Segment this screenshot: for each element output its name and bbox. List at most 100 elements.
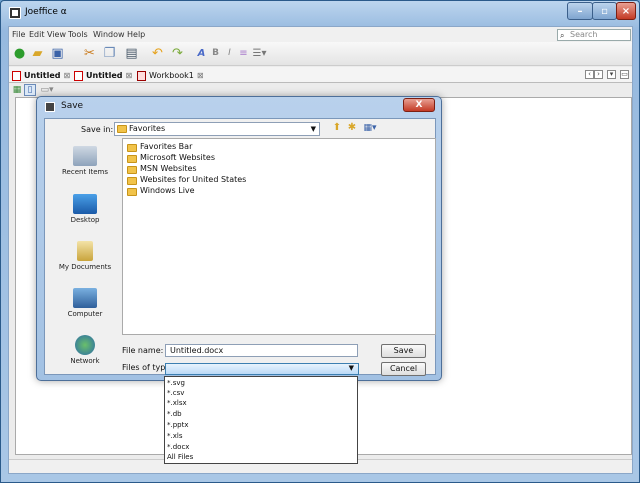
undo-icon[interactable]: ↶ bbox=[149, 46, 166, 61]
recent-items-icon bbox=[73, 146, 97, 166]
save-icon[interactable]: ▣ bbox=[49, 46, 66, 61]
list-item[interactable]: Windows Live bbox=[127, 185, 195, 196]
list-item[interactable]: Websites for United States bbox=[127, 174, 246, 185]
window-title: Joeffice α bbox=[25, 7, 67, 17]
tab-untitled-2[interactable]: Untitled ⊠ bbox=[74, 69, 132, 82]
close-button[interactable]: × bbox=[616, 2, 636, 20]
place-label: Recent Items bbox=[62, 168, 108, 176]
type-option[interactable]: All Files bbox=[167, 452, 193, 463]
copy-icon[interactable]: ❐ bbox=[101, 46, 118, 61]
menu-window[interactable]: Window bbox=[93, 30, 125, 39]
spreadsheet-icon bbox=[137, 70, 146, 81]
save-in-label: Save in: bbox=[81, 125, 114, 134]
folder-icon bbox=[117, 125, 127, 133]
page-view-icon[interactable]: ▯ bbox=[24, 84, 36, 96]
folder-icon bbox=[127, 154, 137, 163]
dialog-title: Save bbox=[61, 101, 84, 111]
menu-help[interactable]: Help bbox=[127, 30, 145, 39]
maximize-button[interactable]: ▫ bbox=[592, 2, 617, 20]
menu-tools[interactable]: Tools bbox=[68, 30, 88, 39]
list-item[interactable]: Microsoft Websites bbox=[127, 152, 215, 163]
align-icon[interactable]: ≡ bbox=[235, 46, 252, 61]
list-item[interactable]: Favorites Bar bbox=[127, 141, 192, 152]
minimize-button[interactable]: – bbox=[567, 2, 593, 20]
menu-view[interactable]: View bbox=[47, 30, 66, 39]
tab-close-icon[interactable]: ⊠ bbox=[125, 71, 132, 80]
tab-label: Untitled bbox=[24, 71, 61, 80]
save-in-value: Favorites bbox=[129, 124, 166, 133]
cut-icon[interactable]: ✂ bbox=[81, 46, 98, 61]
folder-icon bbox=[127, 187, 137, 196]
computer-icon bbox=[73, 288, 97, 308]
tab-workbook1[interactable]: Workbook1 ⊠ bbox=[137, 69, 204, 82]
place-desktop[interactable]: Desktop bbox=[56, 194, 114, 234]
outline-view-icon[interactable]: ▭▾ bbox=[39, 84, 55, 96]
file-name: Microsoft Websites bbox=[140, 153, 216, 162]
menu-bar: File Edit View Tools Window Help ⌕ Searc… bbox=[9, 27, 632, 42]
paste-icon[interactable]: ▤ bbox=[123, 46, 140, 61]
tab-close-icon[interactable]: ⊠ bbox=[63, 71, 70, 80]
place-recent-items[interactable]: Recent Items bbox=[56, 146, 114, 186]
file-list[interactable]: Favorites Bar Microsoft Websites MSN Web… bbox=[122, 138, 436, 335]
title-bar[interactable]: Joeffice α – ▫ × bbox=[1, 1, 639, 25]
new-icon[interactable]: ● bbox=[11, 46, 28, 61]
place-label: My Documents bbox=[58, 263, 112, 271]
file-name-label: File name: bbox=[122, 346, 164, 355]
file-name: Favorites Bar bbox=[140, 142, 193, 151]
list-icon[interactable]: ☰▾ bbox=[251, 46, 268, 61]
chevron-down-icon: ▼ bbox=[348, 364, 354, 372]
up-folder-icon[interactable]: ⬆ bbox=[330, 122, 344, 134]
chevron-down-icon: ▼ bbox=[310, 125, 316, 133]
tabs-bar: Untitled ⊠ Untitled ⊠ Workbook1 ⊠ ‹ › ▾ … bbox=[9, 67, 632, 83]
view-menu-icon[interactable]: ▦▾ bbox=[360, 122, 380, 134]
list-item[interactable]: MSN Websites bbox=[127, 163, 197, 174]
menu-file[interactable]: File bbox=[12, 30, 25, 39]
tab-untitled-1[interactable]: Untitled ⊠ bbox=[12, 69, 70, 82]
network-icon bbox=[75, 335, 95, 355]
place-computer[interactable]: Computer bbox=[56, 288, 114, 328]
type-option[interactable]: *.xls bbox=[167, 431, 182, 442]
dialog-app-icon bbox=[45, 102, 55, 112]
tab-scroll-right-icon[interactable]: › bbox=[594, 70, 603, 79]
file-name: Windows Live bbox=[140, 186, 195, 195]
app-icon bbox=[9, 7, 21, 19]
folder-icon bbox=[127, 176, 137, 185]
cancel-button[interactable]: Cancel bbox=[381, 362, 426, 376]
document-icon bbox=[74, 70, 83, 81]
save-button[interactable]: Save bbox=[381, 344, 426, 358]
file-name-field[interactable]: Untitled.docx bbox=[165, 344, 358, 357]
file-name: Websites for United States bbox=[140, 175, 247, 184]
dialog-close-button[interactable]: X bbox=[403, 98, 435, 112]
files-of-type-combo[interactable]: ▼ bbox=[165, 363, 359, 375]
my-documents-icon bbox=[77, 241, 93, 261]
type-option[interactable]: *.xlsx bbox=[167, 398, 187, 409]
save-dialog: Save X Save in: Favorites ▼ ⬆ ✱ ▦▾ Recen… bbox=[36, 96, 442, 381]
new-folder-icon[interactable]: ✱ bbox=[345, 122, 359, 134]
search-input[interactable]: ⌕ Search bbox=[557, 29, 631, 41]
type-option[interactable]: *.db bbox=[167, 409, 182, 420]
type-option[interactable]: *.pptx bbox=[167, 420, 189, 431]
folder-icon bbox=[127, 165, 137, 174]
place-my-documents[interactable]: My Documents bbox=[56, 241, 114, 281]
tab-label: Untitled bbox=[86, 71, 123, 80]
tab-list-icon[interactable]: ▾ bbox=[607, 70, 616, 79]
open-icon[interactable]: ▰ bbox=[29, 46, 46, 61]
redo-icon[interactable]: ↷ bbox=[169, 46, 186, 61]
folder-icon bbox=[127, 143, 137, 152]
search-placeholder: Search bbox=[570, 30, 598, 39]
search-icon: ⌕ bbox=[560, 31, 565, 40]
document-icon bbox=[12, 70, 21, 81]
desktop-icon bbox=[73, 194, 97, 214]
place-network[interactable]: Network bbox=[56, 335, 114, 375]
tab-maximize-icon[interactable]: ▭ bbox=[620, 70, 629, 79]
save-in-combo[interactable]: Favorites ▼ bbox=[114, 122, 320, 136]
files-of-type-dropdown: *.svg *.csv *.xlsx *.db *.pptx *.xls *.d… bbox=[164, 376, 358, 464]
place-label: Computer bbox=[67, 310, 103, 318]
place-label: Network bbox=[70, 357, 100, 365]
tab-scroll-left-icon[interactable]: ‹ bbox=[585, 70, 594, 79]
tab-close-icon[interactable]: ⊠ bbox=[197, 71, 204, 80]
places-bar: Recent Items Desktop My Documents Comput… bbox=[56, 138, 114, 382]
grid-icon[interactable]: ▦ bbox=[11, 84, 23, 96]
place-label: Desktop bbox=[70, 216, 100, 224]
menu-edit[interactable]: Edit bbox=[29, 30, 45, 39]
